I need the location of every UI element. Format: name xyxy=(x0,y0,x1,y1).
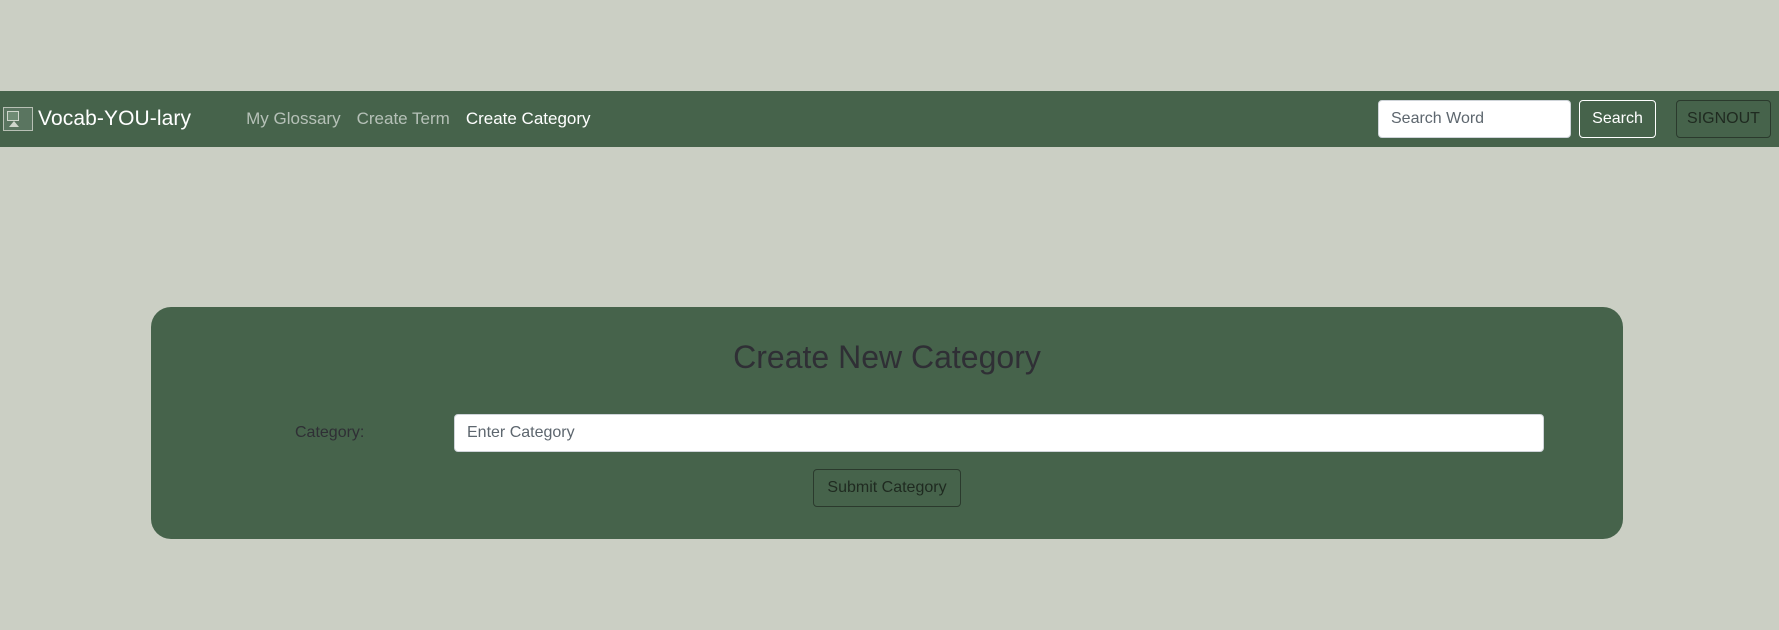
category-input[interactable] xyxy=(454,414,1544,452)
brand-title: Vocab-YOU-lary xyxy=(38,107,192,130)
nav-actions: Search SIGNOUT xyxy=(1378,100,1771,138)
create-category-card: Create New Category Category: Submit Cat… xyxy=(151,307,1623,539)
signout-button[interactable]: SIGNOUT xyxy=(1676,100,1771,138)
nav-link-create-term[interactable]: Create Term xyxy=(357,109,450,129)
search-button[interactable]: Search xyxy=(1579,100,1656,138)
broken-image-icon xyxy=(3,107,33,131)
nav-link-my-glossary[interactable]: My Glossary xyxy=(246,109,340,129)
page-title: Create New Category xyxy=(733,339,1041,375)
brand-link[interactable]: Vocab-YOU-lary xyxy=(3,107,191,131)
top-navbar: Vocab-YOU-lary My Glossary Create Term C… xyxy=(0,91,1779,147)
category-form-row: Category: xyxy=(151,414,1623,452)
nav-links: My Glossary Create Term Create Category xyxy=(246,109,606,129)
nav-link-create-category[interactable]: Create Category xyxy=(466,109,591,129)
search-input[interactable] xyxy=(1378,100,1571,138)
category-label: Category: xyxy=(295,424,365,441)
submit-category-button[interactable]: Submit Category xyxy=(813,469,961,507)
